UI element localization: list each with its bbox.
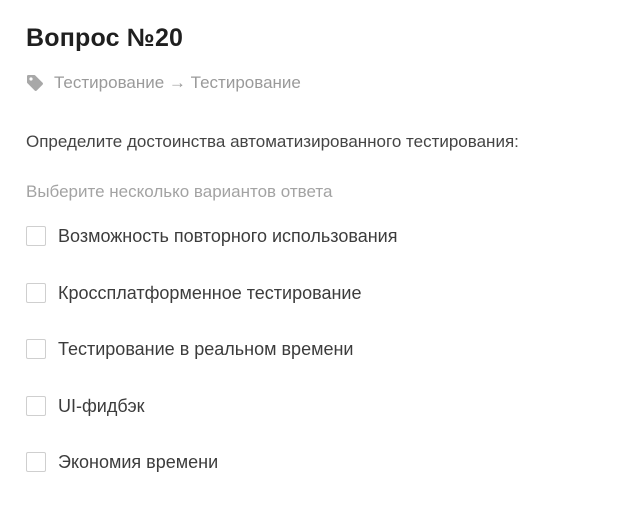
question-title: Вопрос №20 xyxy=(26,24,184,52)
answer-options: Возможность повторного использования Кро… xyxy=(26,224,626,474)
option-label: Тестирование в реальном времени xyxy=(58,339,354,359)
option-checkbox[interactable] xyxy=(26,226,46,246)
answer-option[interactable]: Экономия времени xyxy=(26,450,626,474)
answer-option[interactable]: Возможность повторного использования xyxy=(26,224,626,248)
option-checkbox[interactable] xyxy=(26,339,46,359)
tag-icon xyxy=(26,74,44,92)
answer-option[interactable]: Тестирование в реальном времени xyxy=(26,337,626,361)
option-label: Кроссплатформенное тестирование xyxy=(58,282,362,303)
breadcrumb[interactable]: Тестирование → Тестирование xyxy=(54,73,301,93)
option-checkbox[interactable] xyxy=(26,452,46,472)
answer-hint: Выберите несколько вариантов ответа xyxy=(26,182,333,201)
question-tags: Тестирование → Тестирование xyxy=(26,71,626,95)
option-label: Возможность повторного использования xyxy=(58,226,398,246)
option-checkbox[interactable] xyxy=(26,282,46,303)
question-text: Определите достоинства автоматизированно… xyxy=(26,132,519,151)
question-card: Вопрос №20 Тестирование → Тестирование О… xyxy=(26,22,626,507)
answer-option[interactable]: Кроссплатформенное тестирование xyxy=(26,281,626,305)
answer-option[interactable]: UI-фидбэк xyxy=(26,394,626,418)
option-label: Экономия времени xyxy=(58,452,219,472)
option-checkbox[interactable] xyxy=(26,395,46,416)
option-label: UI-фидбэк xyxy=(58,395,145,416)
